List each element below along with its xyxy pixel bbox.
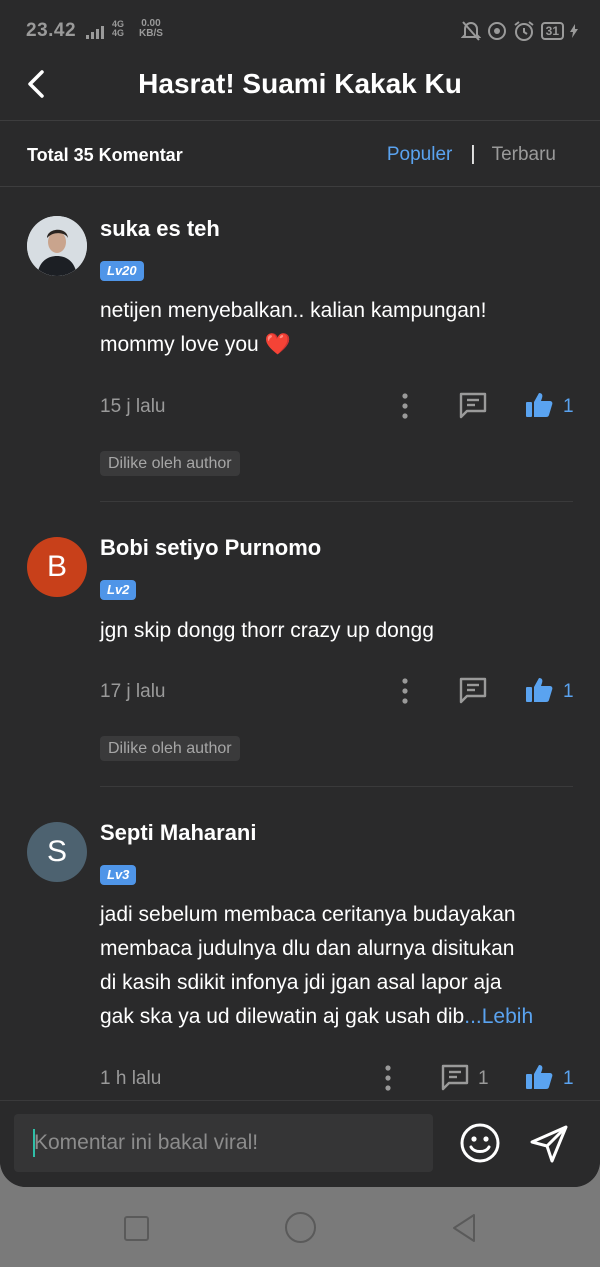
like-count: 1 (563, 396, 574, 417)
comment-divider (100, 786, 573, 787)
battery-level: 31 (545, 24, 559, 38)
emoji-icon[interactable] (459, 1122, 501, 1164)
like-icon[interactable] (524, 391, 554, 419)
comment-text-line: membaca judulnya dlu dan alurnya disituk… (100, 937, 515, 960)
sort-popular-tab[interactable]: Populer (387, 144, 453, 166)
send-icon[interactable] (528, 1123, 570, 1165)
system-navigation-bar (0, 1187, 600, 1267)
mute-bell-icon (460, 21, 481, 41)
reply-icon[interactable] (440, 1063, 470, 1091)
text-cursor (33, 1129, 35, 1157)
sort-separator: | (470, 143, 476, 165)
comment-text-line: netijen menyebalkan.. kalian kampungan! (100, 299, 487, 322)
like-icon[interactable] (524, 1063, 554, 1091)
network-indicator: 4G 4G (112, 20, 124, 38)
comments-screen: 23.42 4G 4G 0.00 KB/S 31 Hasrat! Suami K… (0, 0, 600, 1187)
network-speed: 0.00 KB/S (139, 19, 163, 39)
user-photo-icon (27, 216, 87, 276)
comment-text-line: mommy love you ❤️ (100, 333, 291, 356)
comment-username[interactable]: Septi Maharani (100, 820, 256, 846)
options-icon[interactable] (400, 393, 410, 419)
avatar[interactable]: S (27, 822, 87, 882)
level-badge: Lv2 (100, 580, 137, 600)
comment-text: jgn skip dongg thorr crazy up dongg (100, 614, 578, 648)
comment-divider (100, 501, 573, 502)
like-count: 1 (563, 1068, 574, 1089)
toolbar-divider (0, 186, 600, 187)
sort-newest-tab[interactable]: Terbaru (492, 144, 556, 166)
total-comments: Total 35 Komentar (27, 145, 183, 165)
reply-icon[interactable] (458, 676, 488, 704)
comment-input[interactable] (14, 1114, 433, 1172)
comment-text-line: di kasih sdikit infonya jdi jgan asal la… (100, 971, 502, 994)
reply-count: 1 (478, 1068, 489, 1089)
comment-username[interactable]: Bobi setiyo Purnomo (100, 535, 321, 561)
comment-text-line: jadi sebelum membaca ceritanya budayakan (100, 903, 516, 926)
signal-icon (86, 26, 104, 39)
options-icon[interactable] (383, 1065, 393, 1091)
speed-unit: KB/S (139, 28, 163, 39)
nav-back-icon[interactable] (451, 1213, 477, 1243)
network-label-2: 4G (112, 28, 125, 38)
status-icons: 31 (460, 20, 578, 42)
comment-input-bar (0, 1100, 600, 1187)
level-badge: Lv3 (100, 865, 137, 885)
comment-text-line-end: gak ska ya ud dilewatin aj gak usah dib (100, 1005, 465, 1028)
reply-icon[interactable] (458, 391, 488, 419)
comment-text: jadi sebelum membaca ceritanya budayakan… (100, 898, 578, 1034)
comment-text-line: jgn skip dongg thorr crazy up dongg (100, 619, 434, 642)
liked-by-author-badge: Dilike oleh author (100, 451, 240, 476)
avatar[interactable] (27, 216, 87, 276)
battery-icon: 31 (540, 22, 564, 40)
like-count: 1 (563, 681, 574, 702)
page-title: Hasrat! Suami Kakak Ku (138, 68, 462, 99)
app-header: Hasrat! Suami Kakak Ku (0, 62, 600, 120)
sort-tabs: Populer | Terbaru (387, 143, 556, 166)
comment-text-line: gak ska ya ud dilewatin aj gak usah dib.… (100, 1000, 578, 1034)
like-icon[interactable] (524, 676, 554, 704)
data-saver-icon (487, 22, 506, 40)
home-button[interactable] (285, 1212, 316, 1243)
recent-apps-button[interactable] (124, 1216, 149, 1241)
comments-toolbar: Total 35 Komentar Populer | Terbaru (0, 121, 600, 186)
liked-by-author-badge: Dilike oleh author (100, 736, 240, 761)
comment-time: 17 j lalu (100, 681, 166, 702)
comment-text: netijen menyebalkan.. kalian kampungan! … (100, 294, 578, 362)
level-badge: Lv20 (100, 261, 144, 281)
read-more-link[interactable]: ...Lebih (464, 1005, 533, 1028)
alarm-icon (514, 21, 534, 41)
charging-icon (570, 24, 578, 38)
comment-username[interactable]: suka es teh (100, 216, 220, 242)
comment-time: 1 h lalu (100, 1068, 162, 1089)
status-bar: 23.42 4G 4G 0.00 KB/S 31 (0, 0, 600, 62)
avatar[interactable]: B (27, 537, 87, 597)
status-time: 23.42 (26, 20, 77, 41)
options-icon[interactable] (400, 678, 410, 704)
comment-time: 15 j lalu (100, 396, 166, 417)
